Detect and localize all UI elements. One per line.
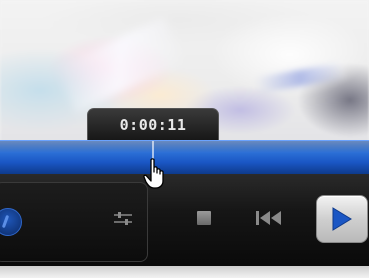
video-highlight [254,62,346,94]
volume-knob-indicator [1,214,10,229]
stop-button[interactable] [192,205,216,231]
seek-bar[interactable] [0,140,369,175]
previous-button[interactable] [252,205,286,231]
skip-back-icon [256,211,281,225]
seek-time-tooltip: 0:00:11 [87,108,219,141]
video-highlight [55,16,185,114]
hand-pointer-icon [143,158,169,190]
seek-time-label: 0:00:11 [119,116,187,134]
seek-bar-gloss [0,141,369,153]
play-button[interactable] [316,195,368,243]
play-icon [332,207,352,231]
bottom-edge [0,266,369,278]
equalizer-button[interactable] [108,205,138,233]
equalizer-icon [114,212,132,225]
control-panel [0,174,369,266]
stop-icon [197,211,211,225]
